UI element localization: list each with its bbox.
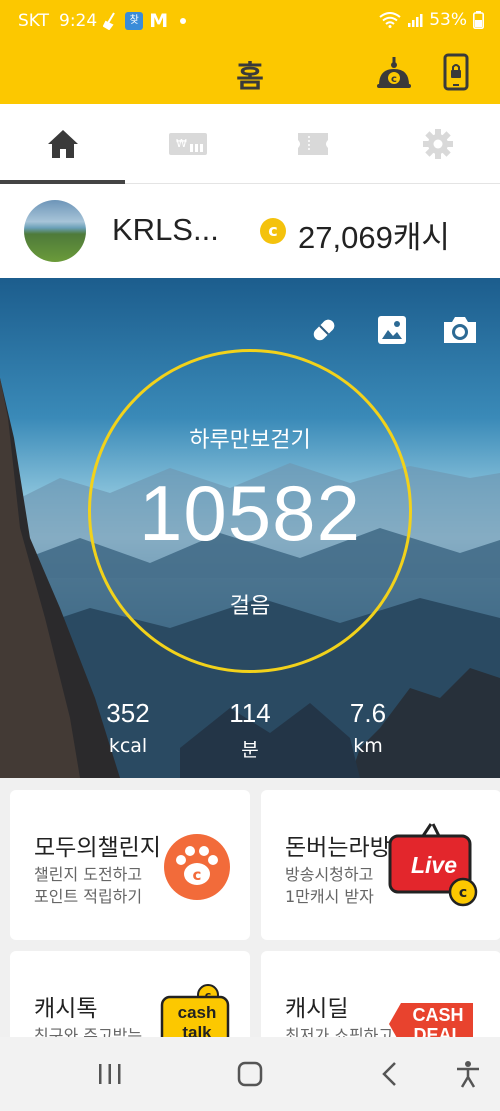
camera-icon bbox=[444, 317, 476, 343]
app-header: 홈 c bbox=[0, 40, 500, 104]
home-button[interactable] bbox=[230, 1057, 270, 1091]
cash-deal-line2: DEAL bbox=[413, 1025, 463, 1037]
cash-deal-card[interactable]: 캐시딜 최저가 쇼핑하고 CASH DEAL bbox=[261, 951, 500, 1037]
status-bar: SKT 9:24 찾 M 53% bbox=[0, 0, 500, 40]
carrier: SKT bbox=[18, 11, 50, 31]
page-title: 홈 bbox=[236, 60, 264, 95]
tab-ticket[interactable] bbox=[250, 104, 375, 183]
card-subtitle: 친구와 주고받는 bbox=[34, 1025, 142, 1037]
home-icon bbox=[47, 129, 78, 158]
card-subtitle-line: 포인트 적립하기 bbox=[34, 887, 143, 906]
card-subtitle: 방송시청하고 1만캐시 받자 bbox=[285, 864, 374, 908]
pedometer-panel: 하루만보걷기 10582 걸음 352 kcal 114 분 7.6 km bbox=[0, 278, 500, 778]
cash-balance[interactable]: 27,069캐시 bbox=[298, 212, 450, 257]
battery-icon bbox=[473, 11, 484, 29]
live-badge-label: Live bbox=[410, 852, 458, 878]
svg-text:c: c bbox=[193, 866, 202, 884]
clock: 9:24 bbox=[59, 11, 98, 31]
minutes-stat: 114 분 bbox=[200, 698, 300, 762]
signal-icon bbox=[408, 14, 423, 27]
distance-unit: km bbox=[353, 735, 383, 757]
nickname: KRLS... bbox=[112, 212, 219, 247]
coin-icon: c bbox=[260, 218, 286, 244]
notification-app-icon: 찾 bbox=[125, 12, 144, 30]
card-subtitle-line: 1만캐시 받자 bbox=[285, 887, 374, 906]
coin-bag-icon: c bbox=[377, 57, 411, 88]
card-title: 돈버는라방 bbox=[285, 835, 391, 861]
cash-talk-logo-line2: talk bbox=[182, 1023, 212, 1037]
card-subtitle-line: 친구와 주고받는 bbox=[34, 1026, 143, 1037]
svg-text:c: c bbox=[391, 74, 397, 85]
wifi-icon bbox=[379, 12, 401, 28]
card-subtitle-line: 방송시청하고 bbox=[285, 865, 374, 884]
card-subtitle-line: 챌린지 도전하고 bbox=[34, 865, 143, 884]
cash-card-icon: ₩ bbox=[168, 132, 207, 155]
gear-icon bbox=[422, 128, 453, 159]
svg-text:₩: ₩ bbox=[176, 137, 187, 150]
minutes-unit: 분 bbox=[241, 739, 259, 761]
back-chevron-icon bbox=[382, 1062, 396, 1086]
system-navigation-bar bbox=[0, 1037, 500, 1111]
phone-lock-icon bbox=[443, 53, 469, 91]
card-title: 모두의챌린지 bbox=[34, 835, 161, 861]
camera-button[interactable] bbox=[440, 310, 480, 350]
image-icon bbox=[378, 316, 406, 344]
ticket-icon bbox=[297, 132, 328, 155]
step-count: 10582 bbox=[139, 469, 361, 557]
paw-coin-icon: c bbox=[164, 834, 230, 900]
cash-deal-line1: CASH bbox=[412, 1005, 464, 1025]
pedometer-label: 하루만보걷기 bbox=[189, 428, 311, 453]
avatar[interactable] bbox=[24, 200, 86, 262]
home-square-icon bbox=[237, 1061, 263, 1087]
background-image-button[interactable] bbox=[372, 310, 412, 350]
calories-unit: kcal bbox=[108, 735, 148, 757]
cash-talk-card[interactable]: 캐시톡 친구와 주고받는 c cash talk bbox=[10, 951, 250, 1037]
coin-bag-button[interactable]: c bbox=[374, 52, 414, 92]
tab-settings[interactable] bbox=[375, 104, 500, 183]
more-notifications-dot bbox=[180, 18, 187, 24]
tab-home[interactable] bbox=[0, 104, 125, 184]
card-title: 캐시톡 bbox=[34, 996, 98, 1022]
recent-apps-icon bbox=[99, 1064, 121, 1084]
profile-row[interactable]: KRLS... c 27,069캐시 bbox=[0, 184, 500, 278]
calories-value: 352 bbox=[106, 698, 150, 728]
back-button[interactable] bbox=[370, 1057, 410, 1091]
live-broadcast-card[interactable]: 돈버는라방 방송시청하고 1만캐시 받자 c Live bbox=[261, 790, 500, 940]
recent-apps-button[interactable] bbox=[90, 1057, 130, 1091]
card-subtitle-line: 최저가 쇼핑하고 bbox=[285, 1026, 394, 1037]
tab-cash-shop[interactable]: ₩ bbox=[125, 104, 250, 183]
minutes-value: 114 bbox=[229, 698, 271, 728]
pill-icon bbox=[313, 319, 335, 341]
cash-talk-logo-line1: cash bbox=[177, 1003, 217, 1022]
pedometer-actions bbox=[304, 310, 480, 350]
card-subtitle: 챌린지 도전하고 포인트 적립하기 bbox=[34, 864, 142, 908]
svg-text:c: c bbox=[459, 885, 467, 901]
challenge-card[interactable]: 모두의챌린지 챌린지 도전하고 포인트 적립하기 c bbox=[10, 790, 250, 940]
gmail-icon: M bbox=[149, 10, 169, 32]
calories-stat: 352 kcal bbox=[78, 698, 178, 757]
battery-percent: 53% bbox=[429, 10, 467, 30]
accessibility-icon bbox=[457, 1061, 479, 1088]
step-unit: 걸음 bbox=[229, 594, 271, 619]
accessibility-button[interactable] bbox=[448, 1057, 488, 1091]
lock-screen-button[interactable] bbox=[436, 52, 476, 92]
card-subtitle: 최저가 쇼핑하고 bbox=[285, 1025, 393, 1037]
pill-button[interactable] bbox=[304, 310, 344, 350]
card-title: 캐시딜 bbox=[285, 996, 349, 1022]
broom-icon bbox=[103, 12, 116, 30]
distance-value: 7.6 bbox=[349, 698, 387, 728]
distance-stat: 7.6 km bbox=[318, 698, 418, 757]
tab-bar: ₩ bbox=[0, 104, 500, 184]
